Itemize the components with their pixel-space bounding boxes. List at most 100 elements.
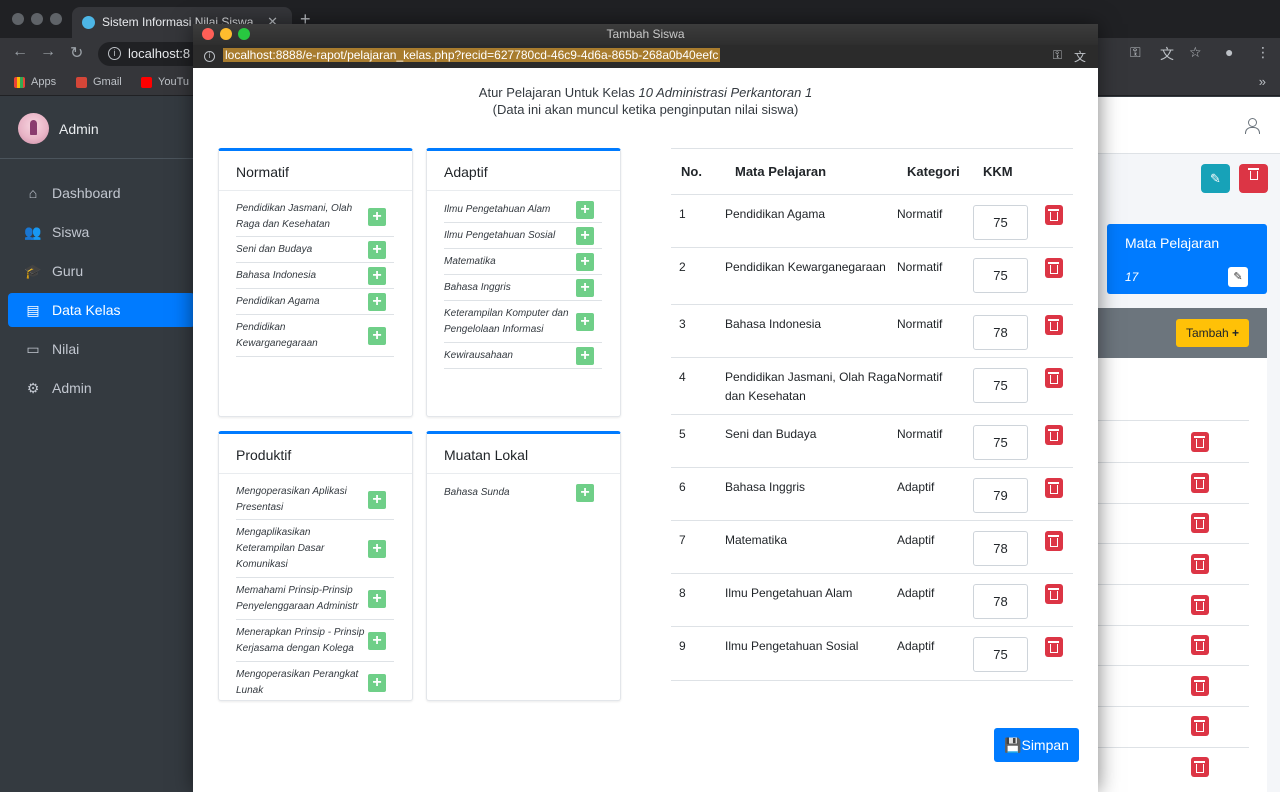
kkm-input[interactable]: 78 [973,531,1028,566]
row-delete-button[interactable] [1191,676,1209,696]
popup-address-bar[interactable]: i localhost:8888/e-rapot/pelajaran_kelas… [193,45,1098,68]
key-icon[interactable]: ⚿ [1053,48,1062,63]
bookmark-apps[interactable]: Apps [14,76,56,88]
add-subject-button[interactable]: + [576,346,594,365]
add-subject-button[interactable]: + [368,673,386,692]
remove-subject-button[interactable] [1045,425,1063,445]
trash-icon [1048,429,1059,441]
translate-icon[interactable]: 文 [1160,44,1174,64]
row-delete-button[interactable] [1191,432,1209,452]
sidebar-item-siswa[interactable]: 👥 Siswa [8,215,195,249]
trash-icon [1048,319,1059,331]
row-subject: Bahasa Indonesia [725,304,897,358]
kkm-input[interactable]: 75 [973,205,1028,240]
row-number: 4 [671,357,725,415]
add-subject-button[interactable]: + [368,490,386,509]
add-subject-button[interactable]: + [368,326,386,345]
kkm-input[interactable]: 79 [973,478,1028,513]
add-subject-button[interactable]: + [576,484,594,502]
add-subject-button[interactable]: + [368,631,386,650]
group-card-produktif: Produktif Mengoperasikan Aplikasi Presen… [218,431,413,701]
popup-window: Tambah Siswa i localhost:8888/e-rapot/pe… [193,24,1098,792]
add-subject-button[interactable]: + [368,207,386,226]
popup-close-button[interactable] [202,28,214,40]
remove-subject-button[interactable] [1045,584,1063,604]
popup-minimize-button[interactable] [220,28,232,40]
add-button[interactable]: Tambah + [1176,319,1249,347]
reload-icon[interactable]: ↻ [70,43,83,63]
row-delete-button[interactable] [1191,716,1209,736]
plus-icon: + [1232,326,1240,340]
remove-subject-button[interactable] [1045,258,1063,278]
forward-icon[interactable]: → [40,43,56,61]
bookmark-gmail[interactable]: Gmail [76,76,122,88]
user-icon[interactable] [1245,118,1260,134]
remove-subject-button[interactable] [1045,637,1063,657]
edit-button[interactable]: ✎ [1201,164,1230,193]
row-delete-button[interactable] [1191,513,1209,533]
row-delete-button[interactable] [1191,554,1209,574]
info-icon[interactable]: i [204,51,215,62]
remove-subject-button[interactable] [1045,531,1063,551]
add-subject-button[interactable]: + [576,226,594,245]
maximize-window-button[interactable] [50,13,62,25]
kkm-input[interactable]: 75 [973,425,1028,460]
add-subject-button[interactable]: + [368,539,386,558]
list-item: Mengoperasikan Aplikasi Presentasi + [236,480,394,520]
popup-maximize-button[interactable] [238,28,250,40]
add-subject-button[interactable]: + [368,266,386,285]
bookmark-star-icon[interactable]: ☆ [1189,44,1202,61]
info-icon[interactable]: i [108,47,121,60]
add-subject-button[interactable]: + [368,589,386,608]
kkm-input[interactable]: 78 [973,584,1028,619]
remove-subject-button[interactable] [1045,205,1063,225]
list-item: Pendidikan Jasmani, Olah Raga dan Keseha… [236,197,394,237]
sidebar-item-guru[interactable]: 🎓 Guru [8,254,195,288]
minimize-window-button[interactable] [31,13,43,25]
kkm-input[interactable]: 75 [973,258,1028,293]
back-icon[interactable]: ← [12,43,28,61]
delete-button[interactable] [1239,164,1268,193]
remove-subject-button[interactable] [1045,368,1063,388]
user-panel[interactable]: Admin [18,113,99,144]
translate-icon[interactable]: 文 [1074,48,1086,65]
more-bookmarks-icon[interactable]: » [1259,74,1266,89]
kkm-input[interactable]: 75 [973,368,1028,403]
add-subject-button[interactable]: + [576,312,594,331]
save-button[interactable]: 💾Simpan [994,728,1079,762]
row-delete-button[interactable] [1191,595,1209,615]
address-text: localhost:8 [128,46,191,61]
remove-subject-button[interactable] [1045,315,1063,335]
table-row: 3 Bahasa Indonesia Normatif 78 [671,304,1073,358]
row-delete-button[interactable] [1191,473,1209,493]
add-subject-button[interactable]: + [576,200,594,219]
key-icon[interactable]: ⚿ [1130,44,1141,61]
add-subject-button[interactable]: + [576,252,594,271]
trash-icon [1048,641,1059,653]
list-item: Ilmu Pengetahuan Sosial + [444,223,602,249]
row-delete-button[interactable] [1191,757,1209,777]
sidebar-item-nilai[interactable]: ▭ Nilai [8,332,195,366]
popup-titlebar: Tambah Siswa [193,24,1098,45]
close-window-button[interactable] [12,13,24,25]
remove-subject-button[interactable] [1045,478,1063,498]
sidebar-item-admin[interactable]: ⚙ Admin [8,371,195,405]
sidebar-item-dashboard[interactable]: ⌂ Dashboard [8,176,195,210]
row-delete-button[interactable] [1191,635,1209,655]
sidebar: Admin ⌂ Dashboard 👥 Siswa 🎓 Guru ▤ Data Kela… [0,97,195,792]
profile-icon[interactable]: ● [1225,44,1233,60]
row-divider [1097,462,1249,463]
kkm-input[interactable]: 75 [973,637,1028,672]
menu-icon[interactable]: ⋮ [1256,44,1270,61]
table-row: 4 Pendidikan Jasmani, Olah Raga dan Kese… [671,357,1073,415]
kkm-input[interactable]: 78 [973,315,1028,350]
save-icon: 💾 [1004,737,1022,753]
list-item: Pendidikan Agama + [236,289,394,315]
add-subject-button[interactable]: + [368,292,386,311]
add-subject-button[interactable]: + [576,278,594,297]
sidebar-item-data-kelas[interactable]: ▤ Data Kelas [8,293,195,327]
add-subject-button[interactable]: + [368,240,386,259]
bookmark-youtube[interactable]: YouTu [141,76,189,88]
row-number: 8 [671,573,725,627]
card-edit-button[interactable]: ✎ [1228,267,1248,287]
